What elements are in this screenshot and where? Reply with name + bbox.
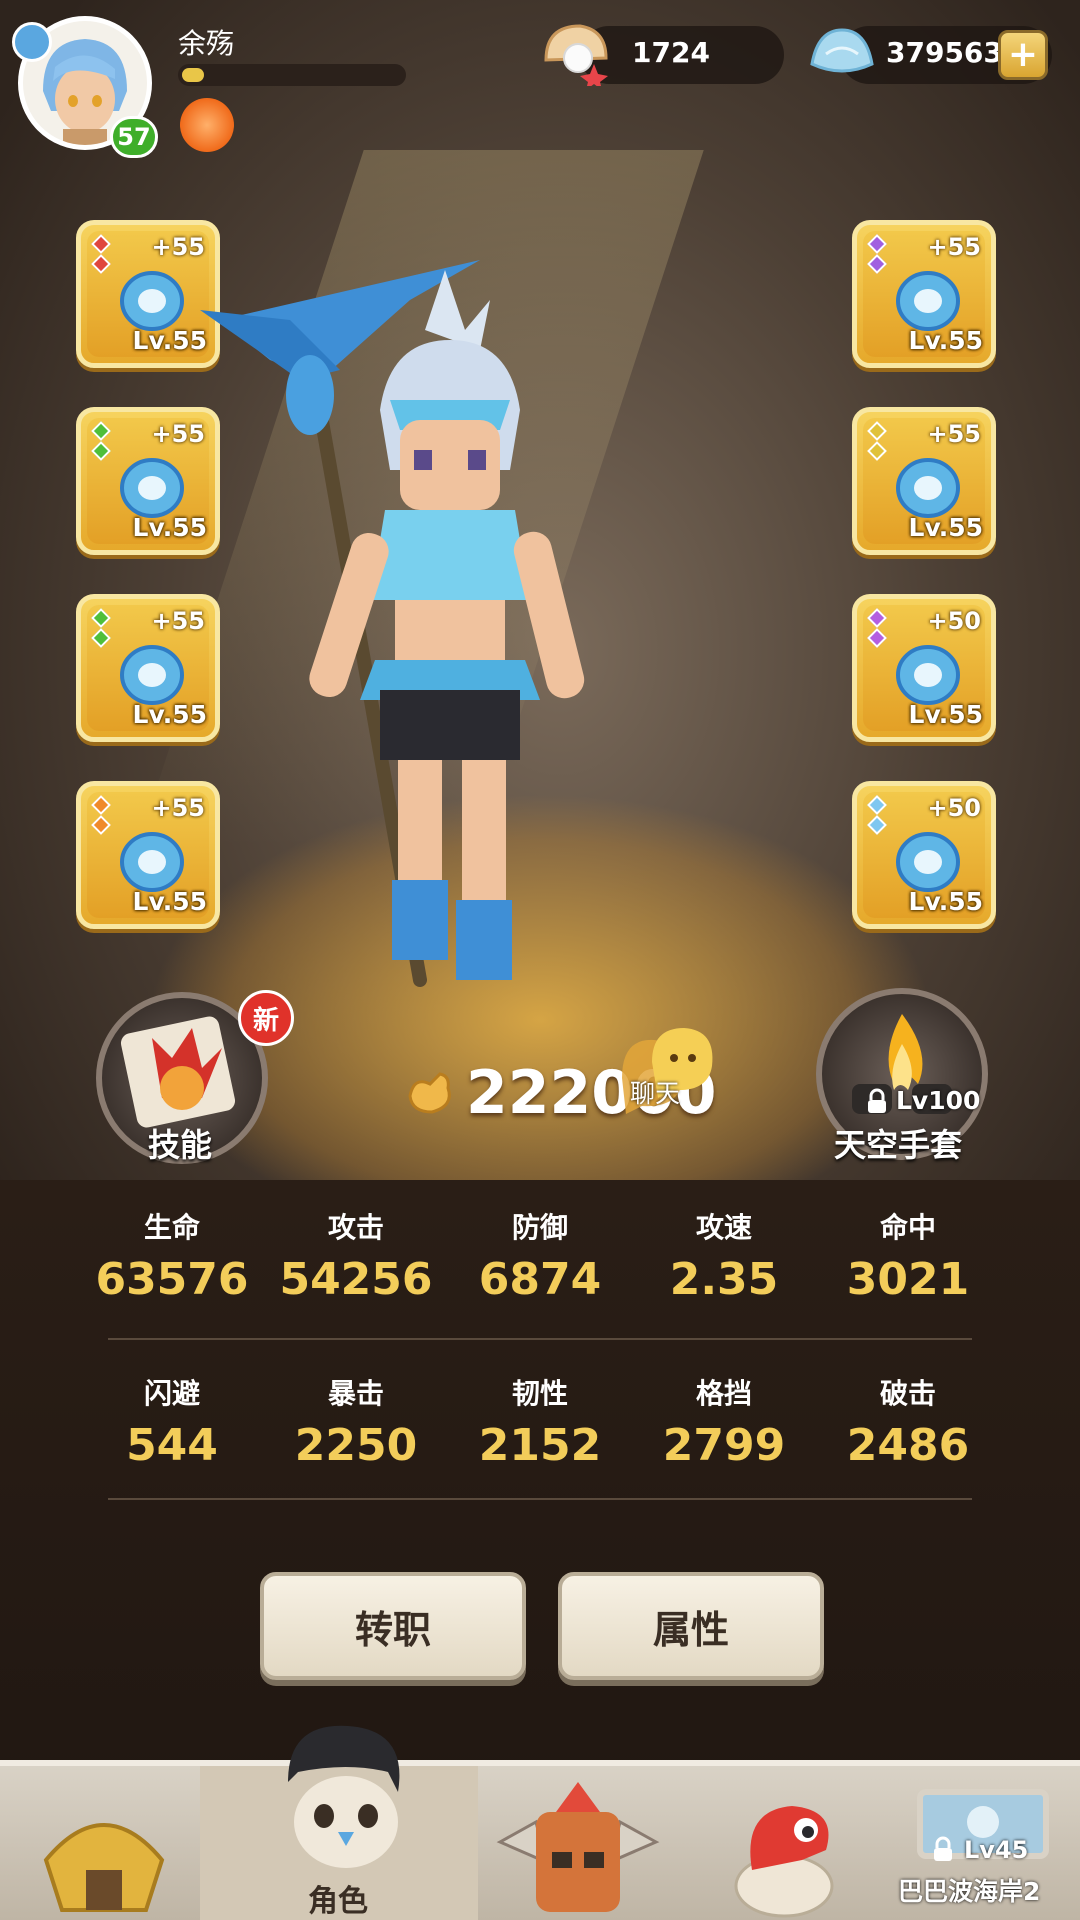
stat-name: 韧性 [511,1377,568,1410]
stat-value: 63576 [95,1254,249,1305]
stat-stats_row2-0: 闪避 544 [82,1372,262,1471]
necklace-icon [896,832,960,892]
attributes-button[interactable]: 属性 [558,1572,824,1680]
stat-value: 3021 [846,1254,970,1305]
stat-value: 6874 [478,1254,602,1305]
equip-slot-boots[interactable]: +50 Lv.55 [852,594,996,742]
rank-badge-icon[interactable] [180,98,234,152]
equip-enhance-level: +55 [927,233,981,261]
gem-icon [867,234,887,254]
stat-name: 防御 [511,1211,568,1244]
stat-stats_row1-1: 攻击 54256 [266,1206,446,1305]
equip-enhance-level: +50 [927,794,981,822]
equip-level: Lv.55 [908,887,983,916]
glove-lock-level: Lv100 [896,1086,981,1115]
stat-value: 2250 [294,1420,418,1471]
gem-icon [91,421,111,441]
stat-value: 2486 [846,1420,970,1471]
player-level-badge: 57 [110,116,158,158]
skill-new-badge: 新 [238,990,294,1046]
player-name: 余殇 [178,27,235,60]
stat-stats_row1-4: 命中 3021 [818,1206,998,1305]
add-currency-button[interactable]: + [998,30,1048,80]
stat-value: 54256 [279,1254,433,1305]
stat-value: 544 [126,1420,218,1471]
shell-icon [810,28,874,73]
xp-bar-fill [182,68,204,82]
stat-value: 2799 [662,1420,786,1471]
stat-stats_row2-4: 破击 2486 [818,1372,998,1471]
stat-name: 格挡 [695,1377,752,1410]
stat-name: 攻速 [695,1211,752,1244]
gem-icon [91,795,111,815]
job-change-button[interactable]: 转职 [260,1572,526,1680]
chat-label: 聊天 [630,1079,681,1108]
stat-value: 2.35 [669,1254,779,1305]
equip-enhance-level: +55 [151,233,205,261]
equip-enhance-level: +50 [927,607,981,635]
stat-name: 命中 [879,1211,936,1244]
avatar-class-icon [12,22,52,62]
gem-icon [91,234,111,254]
gem-icon [91,608,111,628]
skill-label: 技能 [148,1126,213,1164]
pearl-count: 1724 [632,36,710,69]
equip-level: Lv.55 [908,513,983,542]
lock-icon [868,1088,886,1113]
equip-enhance-level: +55 [927,420,981,448]
stat-stats_row1-2: 防御 6874 [450,1206,630,1305]
sky-glove-label: 天空手套 [834,1126,963,1164]
equip-slot-top[interactable]: +55 Lv.55 [852,407,996,555]
gem-icon [867,421,887,441]
equip-level: Lv.55 [908,700,983,729]
shell-count: 379563 [886,36,1003,69]
stats-divider-top [108,1338,972,1340]
pearl-shell-icon [544,24,608,86]
character-model[interactable] [180,260,700,1060]
top-icon [896,458,960,518]
nav-tab-character-icon[interactable] [268,1712,418,1882]
stat-stats_row2-2: 韧性 2152 [450,1372,630,1471]
power-arm-icon [408,1072,451,1114]
stat-stats_row2-1: 暴击 2250 [266,1372,446,1471]
nav-tab-character-label: 角色 [308,1884,368,1919]
nav-tab-dino-icon[interactable] [722,1790,852,1920]
stat-value: 2152 [478,1420,602,1471]
nav-locked-stage-name: 巴巴波海岸2 [898,1877,1041,1906]
nav-lock-icon [934,1836,952,1861]
boots-icon [896,645,960,705]
nav-tab-hut-icon[interactable] [36,1800,172,1920]
stat-name: 闪避 [143,1377,200,1410]
stats-divider-bottom [108,1498,972,1500]
stat-stats_row1-0: 生命 63576 [82,1206,262,1305]
stat-stats_row2-3: 格挡 2799 [634,1372,814,1471]
stat-name: 暴击 [327,1377,384,1410]
equip-level: Lv.55 [908,326,983,355]
nav-tab-totem-icon[interactable] [496,1782,660,1920]
equip-slot-pearl[interactable]: +55 Lv.55 [852,220,996,368]
stat-name: 破击 [879,1377,936,1410]
stat-stats_row1-3: 攻速 2.35 [634,1206,814,1305]
xp-bar [178,64,406,86]
gem-icon [867,795,887,815]
gem-icon [867,608,887,628]
nav-locked-level: Lv45 [964,1836,1029,1864]
stat-name: 生命 [143,1211,200,1244]
chat-icon[interactable] [612,1018,724,1128]
equip-slot-necklace[interactable]: +50 Lv.55 [852,781,996,929]
stat-name: 攻击 [327,1211,384,1244]
pearl-icon [896,271,960,331]
